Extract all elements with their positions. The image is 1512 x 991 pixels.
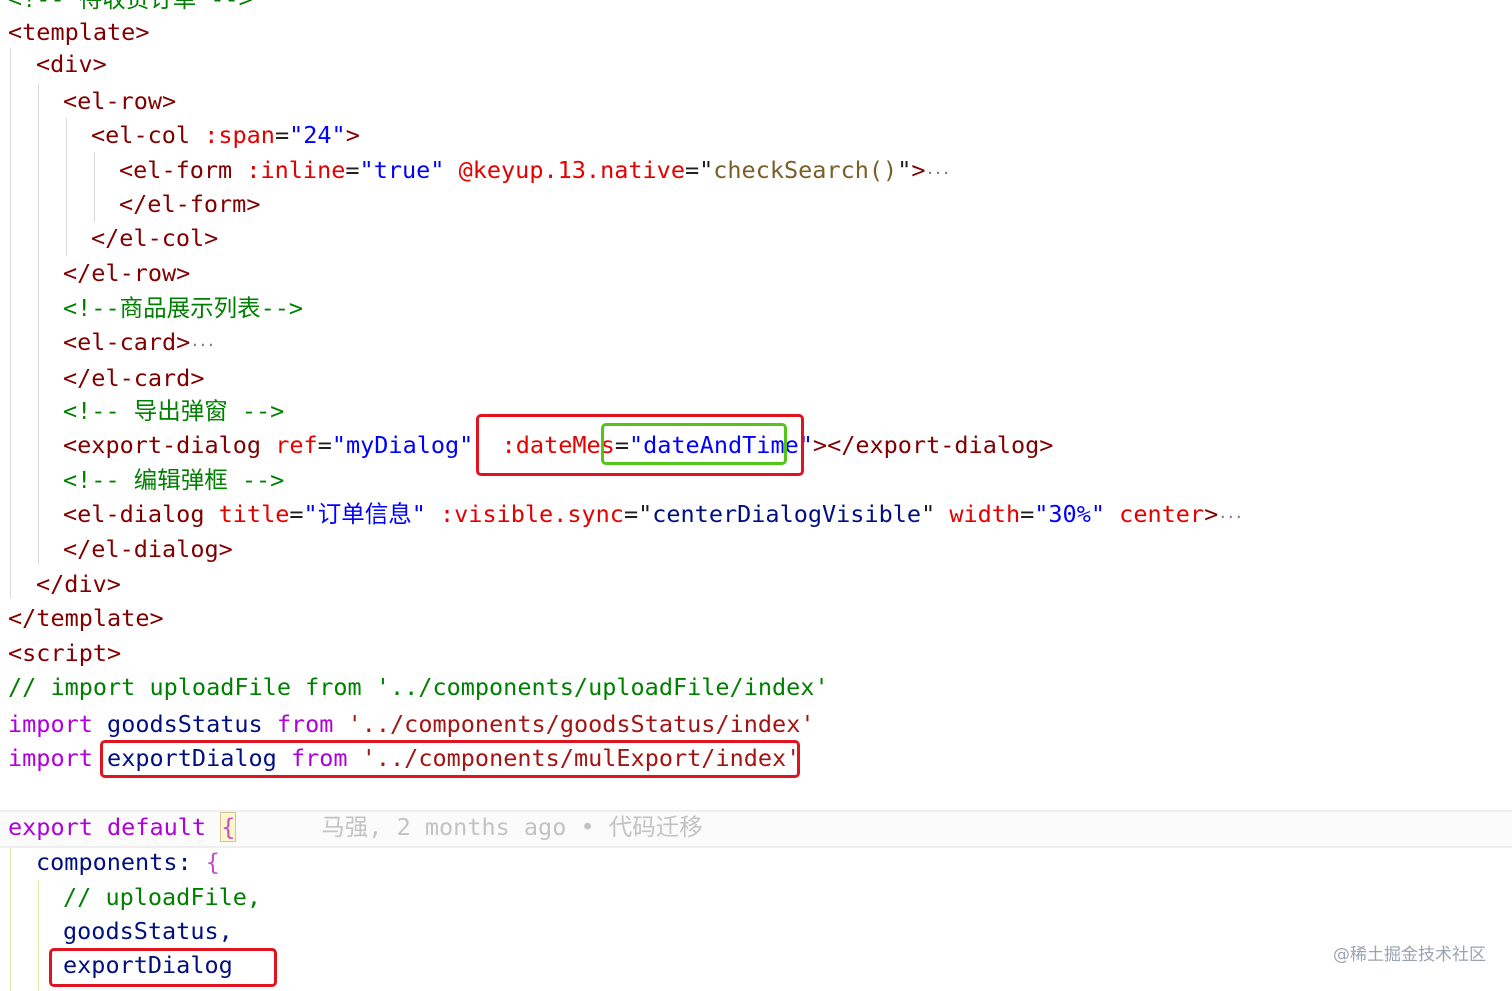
fold-ellipsis-icon[interactable]: ··· <box>1218 508 1243 526</box>
code-line: </el-card> <box>63 364 205 392</box>
code-line: <el-col :span="24"> <box>91 121 360 149</box>
code-line: </el-row> <box>63 259 191 287</box>
annotation-box-import-exportdialog <box>100 740 800 778</box>
watermark: @稀土掘金技术社区 <box>1333 945 1486 965</box>
code-line: </el-dialog> <box>63 535 233 563</box>
matching-brace: { <box>220 812 237 842</box>
fold-ellipsis-icon[interactable]: ··· <box>190 336 215 354</box>
code-line: <el-card>··· <box>63 328 215 356</box>
code-line: </div> <box>36 570 121 598</box>
comment-line: <!-- 待收货订单 --> <box>8 0 253 16</box>
indent-guide <box>66 118 67 256</box>
code-line: <el-dialog title="订单信息" :visible.sync="c… <box>63 500 1243 528</box>
code-line: <el-row> <box>63 87 177 115</box>
fold-ellipsis-icon[interactable]: ··· <box>926 164 951 182</box>
git-blame-annotation: 马强, 2 months ago • 代码迁移 <box>321 813 703 841</box>
indent-guide <box>38 880 39 991</box>
code-line: export default { 马强, 2 months ago • 代码迁移 <box>8 812 703 842</box>
comment-line: // import uploadFile from '../components… <box>8 673 829 701</box>
indent-guide <box>94 152 95 222</box>
code-line: </template> <box>8 604 164 632</box>
indent-guide <box>10 846 11 991</box>
code-line: <div> <box>36 50 107 78</box>
code-line: components: { <box>36 848 220 876</box>
code-line: </el-form> <box>119 190 261 218</box>
code-line: </el-col> <box>91 224 219 252</box>
indent-guide <box>10 48 11 598</box>
comment-line: <!-- 编辑弹框 --> <box>63 466 285 494</box>
annotation-box-dateandtime <box>601 423 787 465</box>
code-line: goodsStatus, <box>63 917 233 945</box>
comment-line: <!-- 导出弹窗 --> <box>63 397 285 425</box>
code-line: <template> <box>8 18 150 46</box>
indent-guide <box>38 84 39 564</box>
code-line: <script> <box>8 639 122 667</box>
comment-line: // uploadFile, <box>63 883 262 911</box>
annotation-box-components-exportdialog <box>49 948 277 987</box>
code-line: import goodsStatus from '../components/g… <box>8 710 815 738</box>
code-line: <el-form :inline="true" @keyup.13.native… <box>119 156 951 184</box>
comment-line: <!--商品展示列表--> <box>63 294 304 322</box>
